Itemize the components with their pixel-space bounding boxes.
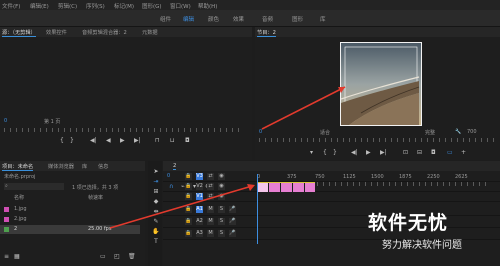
watermark-subtitle: 努力解决软件问题 (382, 240, 462, 251)
arrow-to-preview (261, 86, 346, 130)
watermark: 软件无忧 努力解决软件问题 (368, 208, 498, 256)
arrow-to-clips (109, 185, 253, 229)
watermark-title: 软件无忧 (368, 212, 449, 234)
